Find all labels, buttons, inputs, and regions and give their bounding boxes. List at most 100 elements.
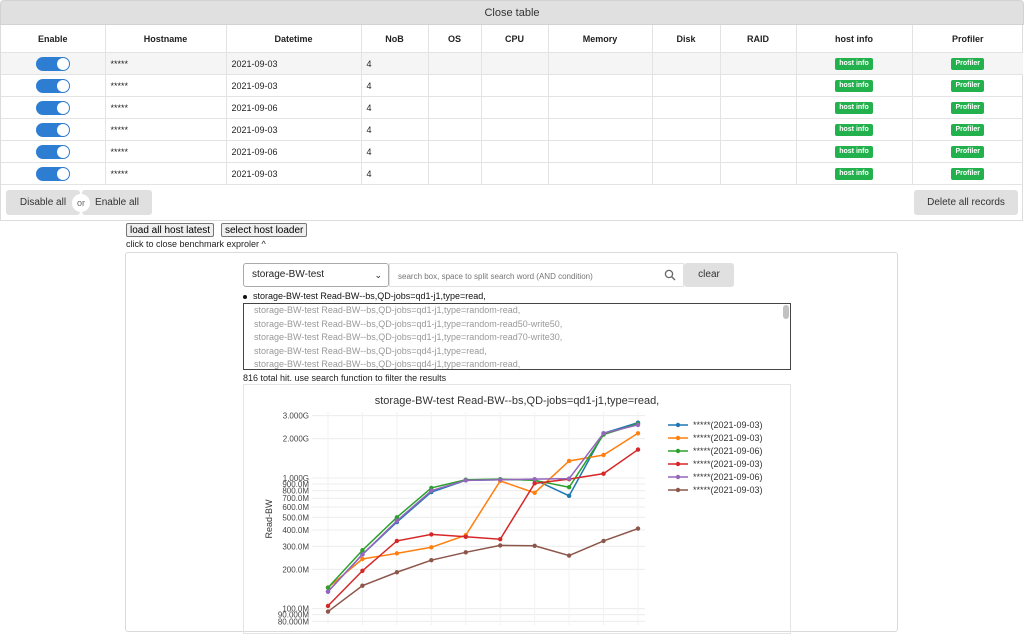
hostname-cell: *****: [105, 140, 227, 163]
clear-button[interactable]: clear: [684, 263, 734, 287]
list-item[interactable]: storage-BW-test Read-BW--bs,QD-jobs=qd4-…: [244, 345, 790, 359]
enable-cell: [1, 96, 106, 119]
enable-toggle[interactable]: [35, 166, 70, 181]
enable-cell: [1, 74, 106, 97]
nob-cell: 4: [361, 162, 429, 185]
benchmark-select-value: storage-BW-test: [252, 269, 325, 280]
select-host-loader-button[interactable]: select host loader: [221, 223, 308, 237]
col-header-enable: Enable: [1, 25, 106, 53]
hit-count-text: 816 total hit. use search function to fi…: [243, 373, 447, 383]
enable-toggle[interactable]: [35, 144, 70, 159]
cpu-cell: [481, 162, 549, 185]
host-info-button[interactable]: host info: [835, 124, 873, 136]
profiler-cell: Profiler: [912, 162, 1023, 185]
host-info-button[interactable]: host info: [835, 168, 873, 180]
enable-toggle[interactable]: [35, 122, 70, 137]
raid-cell: [720, 74, 797, 97]
enable-toggle[interactable]: [35, 100, 70, 115]
raid-cell: [720, 96, 797, 119]
profiler-button[interactable]: Profiler: [951, 80, 984, 92]
host-info-button[interactable]: host info: [835, 102, 873, 114]
os-cell: [428, 74, 482, 97]
disk-cell: [652, 118, 721, 141]
cpu-cell: [481, 96, 549, 119]
enable-cell: [1, 162, 106, 185]
os-cell: [428, 140, 482, 163]
toggle-knob: [56, 145, 69, 158]
os-cell: [428, 52, 482, 75]
toggle-knob: [56, 123, 69, 136]
nob-cell: 4: [361, 52, 429, 75]
toggle-knob: [56, 79, 69, 92]
col-header-profiler: Profiler: [912, 25, 1023, 53]
table-header-row: Enable Hostname Datetime NoB OS CPU Memo…: [1, 25, 1023, 53]
col-header-raid: RAID: [720, 25, 797, 53]
cpu-cell: [481, 74, 549, 97]
list-item[interactable]: storage-BW-test Read-BW--bs,QD-jobs=qd1-…: [244, 331, 790, 345]
list-item[interactable]: storage-BW-test Read-BW--bs,QD-jobs=qd1-…: [244, 318, 790, 332]
list-scrollbar[interactable]: [783, 305, 789, 319]
close-benchmark-explorer-link[interactable]: click to close benchmark exproler ^: [126, 239, 266, 249]
host-info-button[interactable]: host info: [835, 58, 873, 70]
cpu-cell: [481, 52, 549, 75]
hostname-cell: *****: [105, 96, 227, 119]
enable-toggle[interactable]: [35, 78, 70, 93]
enable-cell: [1, 118, 106, 141]
table-row: ***** 2021-09-03 4 host info Profiler: [1, 74, 1023, 97]
col-header-disk: Disk: [652, 25, 721, 53]
profiler-button[interactable]: Profiler: [951, 124, 984, 136]
table-row: ***** 2021-09-03 4 host info Profiler: [1, 52, 1023, 75]
profiler-button[interactable]: Profiler: [951, 102, 984, 114]
profiler-cell: Profiler: [912, 74, 1023, 97]
delete-all-records-button[interactable]: Delete all records: [914, 190, 1018, 215]
benchmark-list[interactable]: storage-BW-test Read-BW--bs,QD-jobs=qd1-…: [243, 303, 791, 370]
col-header-os: OS: [428, 25, 482, 53]
benchmark-select[interactable]: storage-BW-test ⌄: [243, 263, 389, 287]
table-row: ***** 2021-09-06 4 host info Profiler: [1, 96, 1023, 119]
list-item[interactable]: storage-BW-test Read-BW--bs,QD-jobs=qd4-…: [244, 358, 790, 369]
profiler-button[interactable]: Profiler: [951, 146, 984, 158]
host-info-cell: host info: [796, 74, 913, 97]
selected-benchmark-label: storage-BW-test Read-BW--bs,QD-jobs=qd1-…: [253, 291, 486, 301]
host-info-cell: host info: [796, 162, 913, 185]
col-header-datetime: Datetime: [226, 25, 362, 53]
list-item[interactable]: storage-BW-test Read-BW--bs,QD-jobs=qd1-…: [244, 304, 790, 318]
search-box[interactable]: [389, 263, 684, 287]
col-header-memory: Memory: [548, 25, 653, 53]
profiler-button[interactable]: Profiler: [951, 58, 984, 70]
host-info-button[interactable]: host info: [835, 80, 873, 92]
load-all-host-latest-button[interactable]: load all host latest: [126, 223, 215, 237]
profiler-button[interactable]: Profiler: [951, 168, 984, 180]
os-cell: [428, 118, 482, 141]
host-info-button[interactable]: host info: [835, 146, 873, 158]
disk-cell: [652, 140, 721, 163]
datetime-cell: 2021-09-06: [226, 96, 362, 119]
host-info-cell: host info: [796, 118, 913, 141]
memory-cell: [548, 52, 653, 75]
nob-cell: 4: [361, 118, 429, 141]
enable-all-button[interactable]: Enable all: [82, 190, 152, 215]
bullet-icon: [243, 294, 247, 299]
disable-all-button[interactable]: Disable all: [6, 190, 80, 215]
col-header-nob: NoB: [361, 25, 429, 53]
close-table-button[interactable]: Close table: [0, 0, 1024, 25]
host-info-cell: host info: [796, 52, 913, 75]
table-action-bar: Disable all Enable all or Delete all rec…: [1, 185, 1022, 220]
profiler-cell: Profiler: [912, 140, 1023, 163]
selected-benchmark-item[interactable]: storage-BW-test Read-BW--bs,QD-jobs=qd1-…: [243, 291, 486, 301]
search-icon[interactable]: [664, 269, 676, 281]
enable-cell: [1, 140, 106, 163]
col-header-hostname: Hostname: [105, 25, 227, 53]
enable-toggle[interactable]: [35, 56, 70, 71]
profiler-cell: Profiler: [912, 52, 1023, 75]
memory-cell: [548, 96, 653, 119]
profiler-cell: Profiler: [912, 118, 1023, 141]
host-info-cell: host info: [796, 140, 913, 163]
host-info-cell: host info: [796, 96, 913, 119]
enable-cell: [1, 52, 106, 75]
chevron-down-icon: ⌄: [374, 270, 382, 280]
search-input[interactable]: [396, 265, 660, 287]
cpu-cell: [481, 140, 549, 163]
raid-cell: [720, 162, 797, 185]
toggle-knob: [56, 57, 69, 70]
